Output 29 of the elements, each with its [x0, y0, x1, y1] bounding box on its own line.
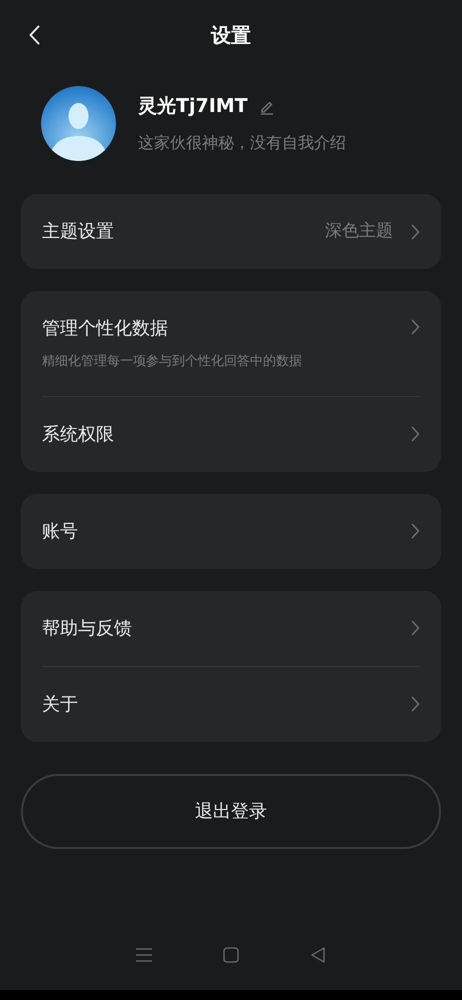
logout-button[interactable]: 退出登录	[21, 774, 441, 848]
settings-row[interactable]: 系统权限	[42, 396, 420, 472]
settings-row[interactable]: 账号	[42, 494, 420, 568]
row-label: 主题设置	[42, 220, 114, 244]
chevron-right-icon	[411, 319, 420, 335]
row-label: 帮助与反馈	[42, 616, 132, 640]
avatar-icon	[41, 86, 116, 161]
row-label: 管理个性化数据	[42, 317, 169, 341]
chevron-right-icon	[411, 523, 420, 539]
chevron-right-icon	[411, 426, 420, 442]
menu-icon[interactable]	[136, 947, 152, 963]
user-name: 灵光Tj7IMT	[138, 94, 248, 120]
chevron-right-icon	[411, 696, 420, 712]
home-icon[interactable]	[222, 947, 239, 963]
settings-row[interactable]: 帮助与反馈	[42, 590, 420, 666]
back-icon	[28, 25, 40, 45]
settings-row[interactable]: 关于	[42, 666, 420, 742]
settings-row[interactable]: 主题设置 深色主题	[42, 194, 420, 269]
row-subtitle: 精细化管理每一项参与到个性化回答中的数据	[42, 353, 302, 371]
row-label: 系统权限	[42, 422, 114, 446]
chevron-right-icon	[411, 224, 420, 240]
back-triangle-icon[interactable]	[310, 947, 326, 963]
chevron-right-icon	[411, 620, 420, 636]
row-label: 关于	[42, 692, 78, 716]
user-bio: 这家伙很神秘，没有自我介绍	[138, 132, 346, 154]
page-title: 设置	[211, 22, 251, 49]
row-value: 深色主题	[325, 220, 393, 243]
row-label: 账号	[42, 520, 78, 544]
settings-row[interactable]: 管理个性化数据 精细化管理每一项参与到个性化回答中的数据	[42, 291, 420, 396]
